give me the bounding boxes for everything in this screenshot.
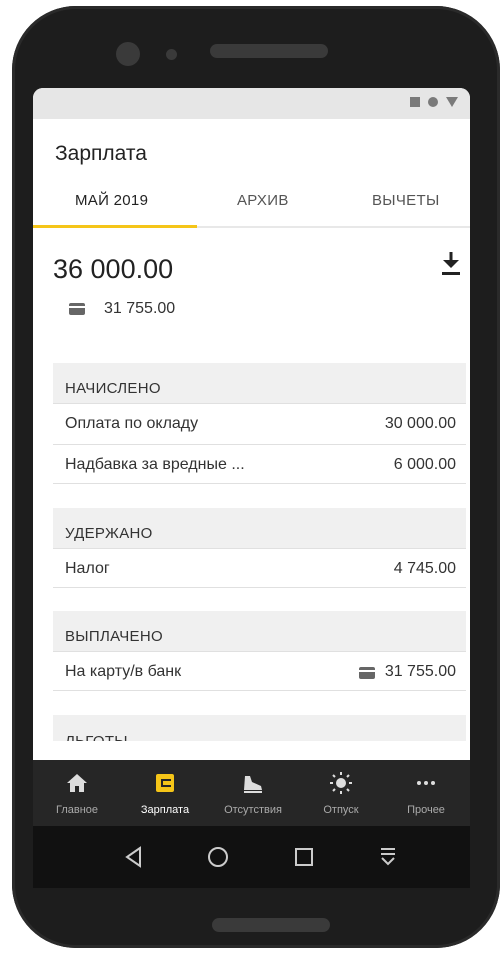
section-title: УДЕРЖАНО xyxy=(65,525,153,542)
nav-label: Прочее xyxy=(407,804,445,816)
table-row[interactable]: Оплата по окладу 30 000.00 xyxy=(53,403,466,443)
tab-bar: МАЙ 2019 АРХИВ ВЫЧЕТЫ xyxy=(33,184,470,228)
sensor xyxy=(166,49,177,60)
section-title: ВЫПЛАЧЕНО xyxy=(65,628,163,645)
tab-deductions[interactable]: ВЫЧЕТЫ xyxy=(372,192,440,209)
card-icon xyxy=(69,303,85,315)
section-title: НАЧИСЛЕНО xyxy=(65,380,161,397)
row-label: На карту/в банк xyxy=(65,663,182,680)
nav-label: Отсутствия xyxy=(224,804,282,816)
battery-icon xyxy=(446,97,458,107)
section-benefits-header: ЛЬГОТЫ xyxy=(53,715,466,741)
nav-label: Зарплата xyxy=(140,804,190,816)
section-title: ЛЬГОТЫ xyxy=(65,733,128,741)
camera xyxy=(116,42,140,66)
home-circle-icon[interactable] xyxy=(205,844,231,870)
card-summary: 31 755.00 xyxy=(69,300,175,318)
download-icon[interactable] xyxy=(439,250,463,278)
sun-icon xyxy=(330,772,352,794)
nav-more[interactable]: Прочее xyxy=(382,760,470,826)
nav-home[interactable]: Главное xyxy=(33,760,121,826)
table-row[interactable]: Надбавка за вредные ... 6 000.00 xyxy=(53,444,466,484)
row-label: Налог xyxy=(65,560,110,577)
bottom-navigation: Главное Зарплата Отсутствия Отпуск Проче… xyxy=(33,760,470,826)
speaker xyxy=(210,44,328,58)
nav-salary[interactable]: Зарплата xyxy=(121,760,209,826)
keyboard-hide-icon[interactable] xyxy=(375,844,401,870)
screen: Зарплата МАЙ 2019 АРХИВ ВЫЧЕТЫ 36 000.00… xyxy=(33,88,470,888)
hardware-bar xyxy=(212,918,330,932)
section-paid-header: ВЫПЛАЧЕНО xyxy=(53,611,466,651)
table-row[interactable]: Налог 4 745.00 xyxy=(53,548,466,588)
section-accrued-header: НАЧИСЛЕНО xyxy=(53,363,466,403)
row-value: 30 000.00 xyxy=(384,415,456,432)
page-title: Зарплата xyxy=(55,142,147,165)
notification-icon xyxy=(410,97,420,107)
row-value: 31 755.00 xyxy=(384,663,456,680)
row-label: Оплата по окладу xyxy=(65,415,199,432)
shoe-icon xyxy=(244,776,262,793)
total-amount: 36 000.00 xyxy=(53,254,174,284)
row-value: 4 745.00 xyxy=(393,560,456,577)
system-navigation xyxy=(33,826,470,888)
home-icon xyxy=(67,774,87,792)
row-value: 6 000.00 xyxy=(393,456,456,473)
wallet-icon xyxy=(156,774,174,792)
status-bar xyxy=(33,88,470,119)
section-withheld-header: УДЕРЖАНО xyxy=(53,508,466,548)
tab-archive[interactable]: АРХИВ xyxy=(237,192,289,209)
tab-may-2019[interactable]: МАЙ 2019 xyxy=(75,192,148,209)
nav-label: Отпуск xyxy=(323,804,359,816)
nav-label: Главное xyxy=(55,804,99,816)
tab-indicator xyxy=(33,225,197,228)
card-icon xyxy=(359,667,375,679)
more-icon xyxy=(417,781,435,785)
signal-icon xyxy=(428,97,438,107)
table-row[interactable]: На карту/в банк 31 755.00 xyxy=(53,651,466,691)
nav-vacation[interactable]: Отпуск xyxy=(297,760,385,826)
nav-absences[interactable]: Отсутствия xyxy=(209,760,297,826)
back-icon[interactable] xyxy=(121,844,147,870)
row-label: Надбавка за вредные ... xyxy=(65,456,245,473)
card-amount: 31 755.00 xyxy=(104,300,176,317)
recents-icon[interactable] xyxy=(291,844,317,870)
